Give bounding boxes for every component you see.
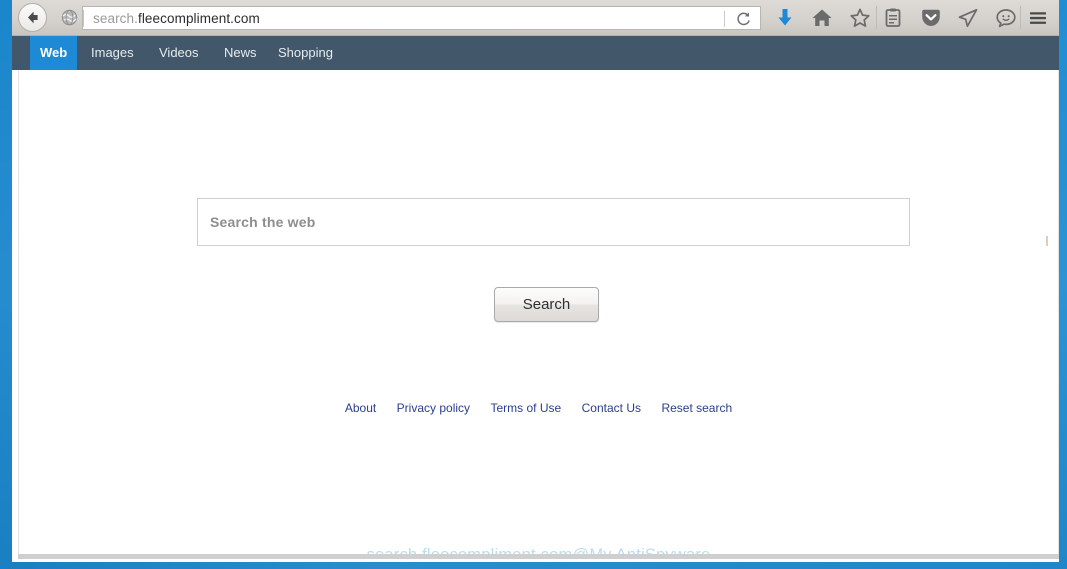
send-icon[interactable] [956, 6, 980, 30]
nav-item-images[interactable]: Images [81, 36, 144, 70]
back-arrow-icon [24, 9, 41, 26]
toolbar-separator-1 [876, 6, 877, 29]
pocket-icon[interactable] [919, 6, 943, 30]
url-prefix: search. [93, 11, 138, 26]
watermark-text: search.fleecompliment.com@My AntiSpyware [19, 546, 1058, 554]
scrollbar-marker [1046, 236, 1048, 246]
footer-link-reset-search[interactable]: Reset search [661, 401, 732, 415]
browser-window: search.fleecompliment.com [12, 0, 1059, 562]
toolbar-separator-2 [1020, 6, 1021, 29]
nav-strip: Web Images Videos News Shopping [18, 36, 1059, 70]
globe-icon [61, 9, 78, 26]
search-button[interactable]: Search [494, 287, 599, 322]
chat-icon[interactable] [994, 6, 1018, 30]
menu-icon[interactable] [1026, 6, 1050, 30]
nav-item-shopping[interactable]: Shopping [268, 36, 343, 70]
search-page: Search the web Search About Privacy poli… [18, 70, 1059, 554]
url-separator [83, 10, 84, 27]
nav-item-videos[interactable]: Videos [149, 36, 209, 70]
search-placeholder: Search the web [210, 214, 316, 230]
nav-item-web[interactable]: Web [30, 36, 77, 70]
reload-separator [724, 11, 725, 27]
search-input[interactable]: Search the web [197, 198, 910, 246]
reading-list-icon[interactable] [881, 6, 905, 30]
url-text: search.fleecompliment.com [93, 10, 260, 28]
back-button[interactable] [18, 3, 47, 32]
page-bottom-strip [18, 554, 1059, 559]
url-main: fleecompliment.com [138, 11, 260, 26]
footer-link-terms-of-use[interactable]: Terms of Use [490, 401, 561, 415]
home-icon[interactable] [810, 6, 834, 30]
outer-blue-frame: search.fleecompliment.com [0, 0, 1067, 569]
site-nav-bar: Web Images Videos News Shopping [12, 36, 1059, 70]
reload-icon[interactable] [732, 10, 754, 28]
url-bar[interactable]: search.fleecompliment.com [82, 6, 761, 30]
footer-link-contact-us[interactable]: Contact Us [582, 401, 641, 415]
browser-toolbar: search.fleecompliment.com [12, 0, 1059, 36]
star-icon[interactable] [848, 6, 872, 30]
footer-link-about[interactable]: About [345, 401, 376, 415]
nav-item-news[interactable]: News [214, 36, 267, 70]
download-icon[interactable] [773, 6, 797, 30]
footer-link-privacy-policy[interactable]: Privacy policy [397, 401, 470, 415]
footer-links: About Privacy policy Terms of Use Contac… [19, 399, 1058, 417]
